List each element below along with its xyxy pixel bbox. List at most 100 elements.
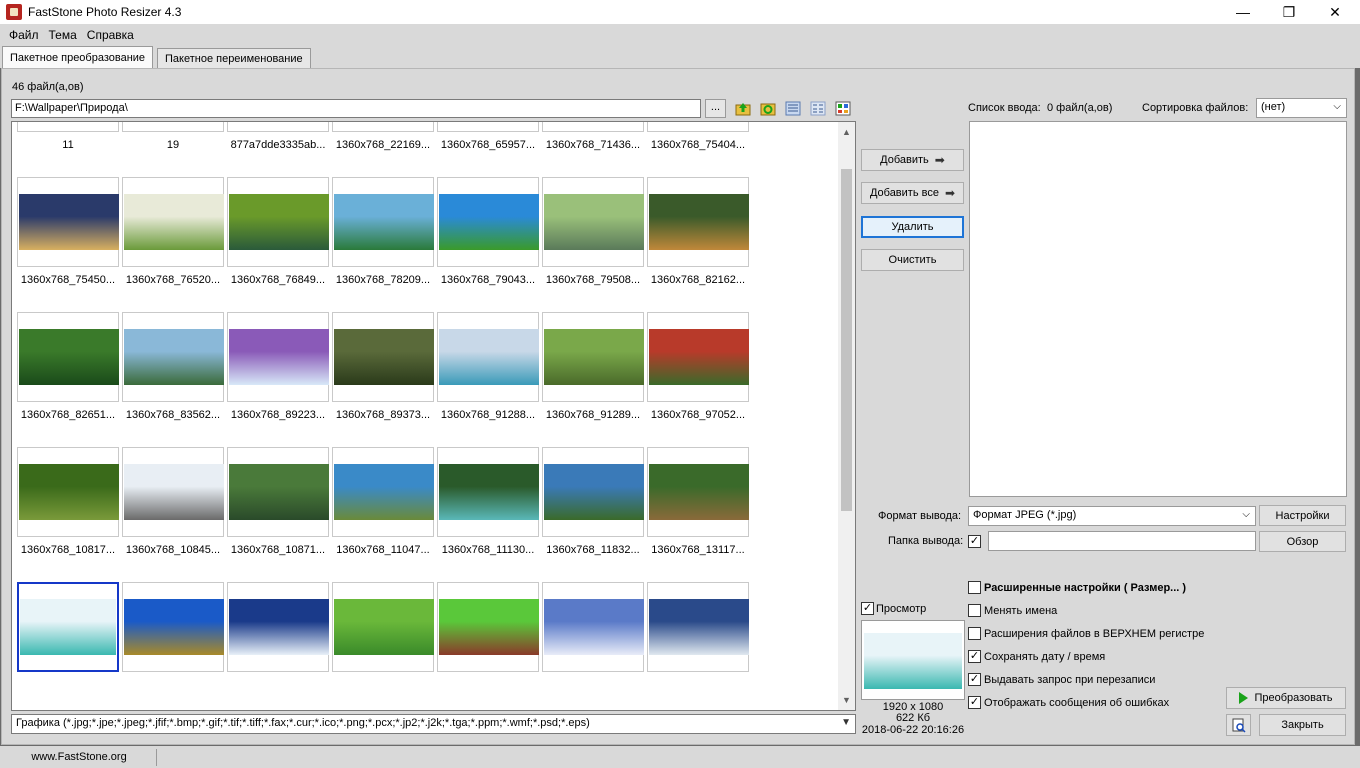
preview-label: Просмотр <box>876 603 927 615</box>
add-button[interactable]: Добавить ➡ <box>861 149 964 171</box>
preview-checkbox[interactable] <box>861 602 874 615</box>
thumbnail-frame[interactable] <box>332 122 434 132</box>
thumbnail-frame[interactable] <box>122 177 224 267</box>
thumbnail-frame[interactable] <box>122 447 224 537</box>
thumbnail-frame[interactable] <box>542 177 644 267</box>
option-label[interactable]: Отображать сообщения об ошибках <box>984 697 1169 709</box>
thumbnail-frame[interactable] <box>17 312 119 402</box>
thumbnail-frame[interactable] <box>332 312 434 402</box>
close-button[interactable]: Закрыть <box>1259 714 1346 736</box>
thumbnail-frame[interactable] <box>437 177 539 267</box>
thumbnail-frame[interactable] <box>17 447 119 537</box>
thumbnail-frame[interactable] <box>437 447 539 537</box>
thumbnail-frame[interactable] <box>332 177 434 267</box>
thumbnail-frame[interactable] <box>332 447 434 537</box>
thumbnail-image <box>229 329 329 385</box>
option-label[interactable]: Выдавать запрос при перезаписи <box>984 674 1155 686</box>
thumbnail-frame[interactable] <box>647 312 749 402</box>
tab-batch-rename[interactable]: Пакетное переименование <box>157 48 311 68</box>
thumbnail-frame[interactable] <box>17 177 119 267</box>
input-list-count: 0 файл(а,ов) <box>1047 102 1113 114</box>
thumbnail-frame[interactable] <box>227 177 329 267</box>
thumbnail-frame[interactable] <box>437 122 539 132</box>
thumbnail-frame[interactable] <box>542 447 644 537</box>
output-format-select[interactable]: Формат JPEG (*.jpg) ⌵ <box>968 506 1256 526</box>
thumbnail-label: 877a7dde3335ab... <box>230 139 326 151</box>
thumbnail-grid[interactable]: ▲ ▼ 11 19 877a7dde3335ab... 1360x768_22169.… <box>11 121 856 711</box>
menu-theme[interactable]: Тема <box>44 28 82 42</box>
thumbnail-frame[interactable] <box>332 582 434 672</box>
add-all-button[interactable]: Добавить все ➡ <box>861 182 964 204</box>
thumbnail-frame[interactable] <box>542 312 644 402</box>
folder-up-icon[interactable] <box>735 101 751 116</box>
details-view-icon[interactable] <box>810 101 826 116</box>
thumbnail-label: 1360x768_78209... <box>335 274 431 286</box>
convert-button[interactable]: Преобразовать <box>1226 687 1346 709</box>
option-checkbox[interactable] <box>968 650 981 663</box>
thumbnail-frame[interactable] <box>542 582 644 672</box>
thumbnail-frame[interactable] <box>227 312 329 402</box>
remove-button[interactable]: Удалить <box>861 216 964 238</box>
thumbnail-image <box>334 194 434 250</box>
thumbnail-image <box>124 194 224 250</box>
menu-file[interactable]: Файл <box>4 28 44 42</box>
thumbnail-image <box>439 464 539 520</box>
list-view-icon[interactable] <box>785 101 801 116</box>
path-input[interactable]: F:\Wallpaper\Природа\ <box>11 99 701 118</box>
maximize-button[interactable]: ❐ <box>1266 0 1312 24</box>
option-checkbox[interactable] <box>968 673 981 686</box>
scroll-up-icon[interactable]: ▲ <box>838 124 855 141</box>
output-folder-input[interactable] <box>988 531 1256 551</box>
scrollbar-thumb[interactable] <box>841 169 852 511</box>
website-link[interactable]: www.FastStone.org <box>2 749 157 766</box>
thumbnail-image <box>334 464 434 520</box>
option-label[interactable]: Расширенные настройки ( Размер... ) <box>984 582 1186 594</box>
thumbnail-image <box>20 599 116 655</box>
option-label[interactable]: Менять имена <box>984 605 1057 617</box>
thumbnail-image <box>334 599 434 655</box>
scroll-down-icon[interactable]: ▼ <box>838 692 855 709</box>
thumbnail-frame[interactable] <box>227 122 329 132</box>
thumbnail-frame[interactable] <box>647 447 749 537</box>
thumbnail-frame[interactable] <box>437 582 539 672</box>
output-folder-checkbox[interactable] <box>968 535 981 548</box>
thumbnail-frame[interactable] <box>647 122 749 132</box>
chevron-down-icon: ⌵ <box>1333 101 1341 112</box>
tab-batch-convert[interactable]: Пакетное преобразование <box>2 46 154 68</box>
file-filter-select[interactable]: Графика (*.jpg;*.jpe;*.jpeg;*.jfif;*.bmp… <box>11 714 856 734</box>
thumbnail-frame[interactable] <box>647 177 749 267</box>
sort-label: Сортировка файлов: <box>1142 102 1249 114</box>
preview-box <box>861 620 965 700</box>
vertical-scrollbar[interactable]: ▲ ▼ <box>838 122 855 710</box>
thumbnail-label: 1360x768_82651... <box>20 409 116 421</box>
thumbnail-frame[interactable] <box>227 582 329 672</box>
thumbnail-view-icon[interactable] <box>835 101 851 116</box>
input-file-list[interactable] <box>969 121 1347 497</box>
thumbnail-frame[interactable] <box>17 582 119 672</box>
thumbnail-frame[interactable] <box>227 447 329 537</box>
thumbnail-frame[interactable] <box>542 122 644 132</box>
thumbnail-frame[interactable] <box>122 312 224 402</box>
thumbnail-frame[interactable] <box>647 582 749 672</box>
thumbnail-frame[interactable] <box>437 312 539 402</box>
option-checkbox[interactable] <box>968 581 981 594</box>
thumbnail-label: 1360x768_22169... <box>335 139 431 151</box>
refresh-icon[interactable] <box>760 101 776 116</box>
option-label[interactable]: Сохранять дату / время <box>984 651 1105 663</box>
sort-select[interactable]: (нет) ⌵ <box>1256 98 1347 118</box>
option-label[interactable]: Расширения файлов в ВЕРХНЕМ регистре <box>984 628 1204 640</box>
minimize-button[interactable]: — <box>1220 0 1266 24</box>
menu-help[interactable]: Справка <box>82 28 139 42</box>
browse-folder-button[interactable]: ... <box>705 99 726 118</box>
settings-button[interactable]: Настройки <box>1259 505 1346 526</box>
clear-button[interactable]: Очистить <box>861 249 964 271</box>
thumbnail-frame[interactable] <box>122 122 224 132</box>
status-bar: www.FastStone.org <box>0 746 1360 768</box>
close-window-button[interactable]: ✕ <box>1312 0 1358 24</box>
option-checkbox[interactable] <box>968 604 981 617</box>
thumbnail-frame[interactable] <box>17 122 119 132</box>
log-view-button[interactable] <box>1226 714 1251 736</box>
option-checkbox[interactable] <box>968 627 981 640</box>
browse-output-button[interactable]: Обзор <box>1259 531 1346 552</box>
thumbnail-frame[interactable] <box>122 582 224 672</box>
